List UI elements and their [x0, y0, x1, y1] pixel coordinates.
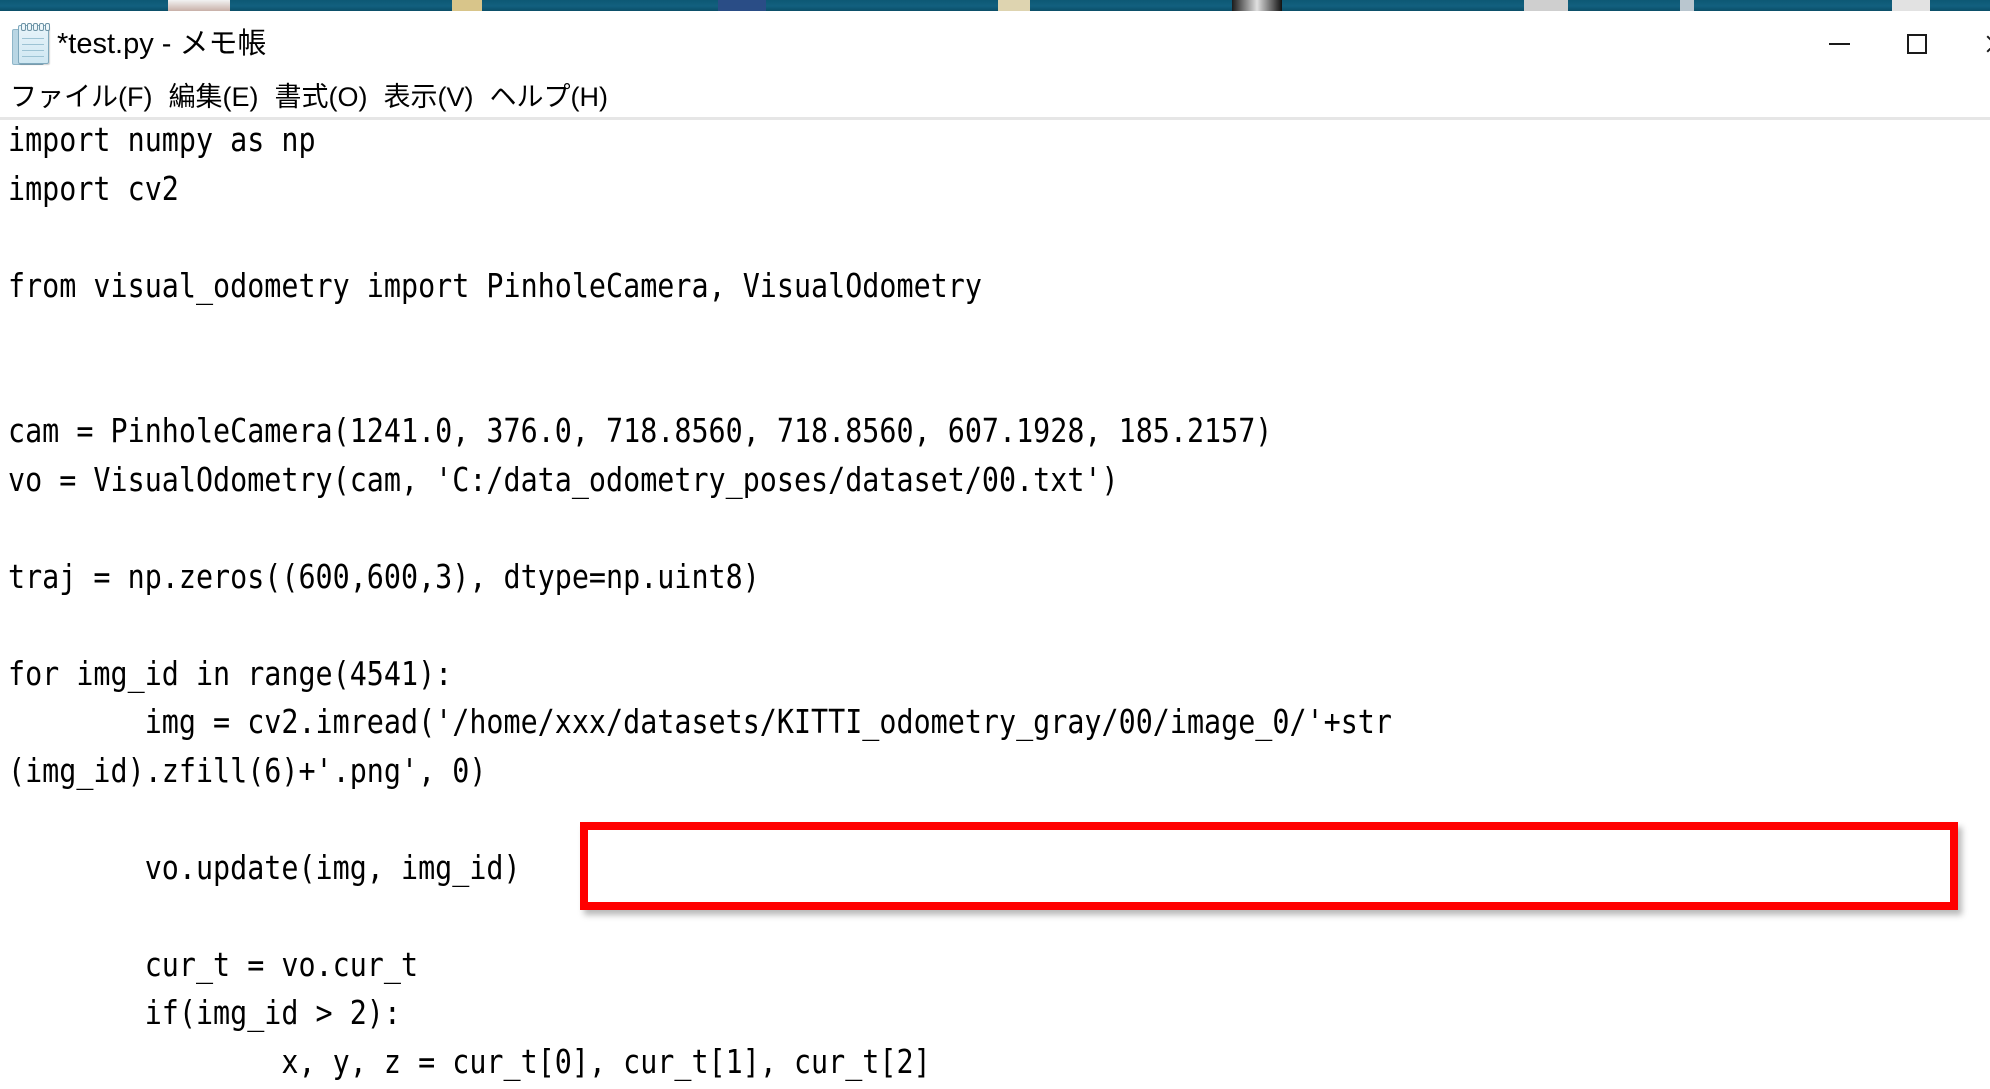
menu-bar: ファイル(F) 編集(E) 書式(O) 表示(V) ヘルプ(H): [0, 77, 1990, 117]
title-bar[interactable]: *test.py - メモ帳: [0, 11, 1990, 77]
taskbar-thumbnail[interactable]: [1892, 0, 1930, 11]
notepad-window: *test.py - メモ帳 ファイル(F) 編集(E) 書式(O) 表示(V)…: [0, 0, 1990, 1089]
desktop-taskbar-strip: [0, 0, 1990, 11]
window-title: *test.py - メモ帳: [57, 27, 267, 60]
window-controls: [1800, 11, 1990, 77]
maximize-icon: [1907, 34, 1927, 54]
menu-item-file[interactable]: ファイル(F): [2, 83, 160, 111]
taskbar-thumbnail[interactable]: [1232, 0, 1282, 11]
minimize-icon: [1828, 43, 1850, 45]
notepad-icon: [10, 22, 50, 66]
menu-item-view[interactable]: 表示(V): [375, 83, 481, 111]
menu-item-edit[interactable]: 編集(E): [160, 83, 266, 111]
taskbar-thumbnail[interactable]: [1680, 0, 1694, 11]
text-editor-area[interactable]: import numpy as np import cv2 from visua…: [0, 120, 1990, 1089]
taskbar-thumbnail[interactable]: [998, 0, 1030, 11]
taskbar-thumbnail[interactable]: [1524, 0, 1568, 11]
menu-item-help[interactable]: ヘルプ(H): [481, 83, 615, 111]
close-button[interactable]: [1956, 11, 1990, 77]
title-bar-left: *test.py - メモ帳: [10, 17, 267, 71]
close-icon: [1984, 33, 1990, 55]
minimize-button[interactable]: [1800, 11, 1878, 77]
taskbar-thumbnail[interactable]: [168, 0, 230, 11]
menu-item-format[interactable]: 書式(O): [266, 83, 375, 111]
maximize-button[interactable]: [1878, 11, 1956, 77]
taskbar-thumbnail[interactable]: [452, 0, 482, 11]
editor-text[interactable]: import numpy as np import cv2 from visua…: [8, 120, 1392, 1086]
taskbar-thumbnail[interactable]: [718, 0, 766, 11]
